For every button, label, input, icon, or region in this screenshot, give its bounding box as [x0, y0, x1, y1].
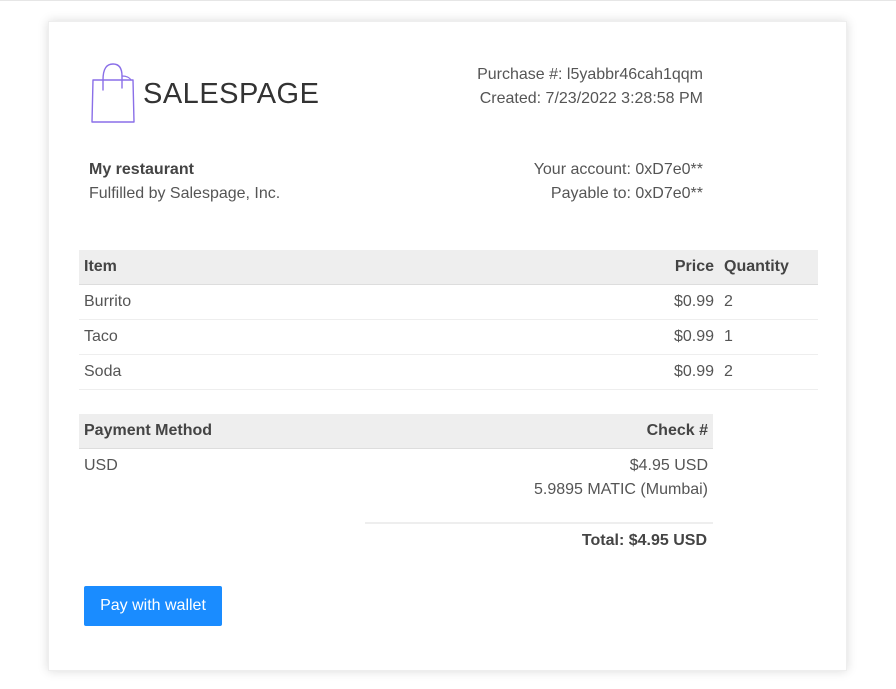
header-quantity: Quantity [724, 258, 789, 275]
payment-amounts: $4.95 USD 5.9895 MATIC (Mumbai) [351, 449, 713, 508]
table-row: Soda $0.99 2 [79, 355, 818, 390]
payment-method: USD [84, 457, 118, 474]
item-name: Burrito [84, 293, 132, 310]
purchase-number: Purchase #: l5yabbr46cah1qqm [477, 66, 703, 83]
your-account: Your account: 0xD7e0** [533, 161, 703, 178]
brand-name: SALESPAGE [143, 77, 320, 110]
header-payment-method: Payment Method [84, 422, 213, 439]
items-table: Item Price Quantity Burrito $0.99 2 Taco… [79, 250, 818, 390]
merchant-fulfilled-by: Fulfilled by Salespage, Inc. [89, 185, 281, 202]
item-quantity: 2 [724, 363, 733, 380]
pay-with-wallet-button[interactable]: Pay with wallet [84, 586, 222, 626]
total-amount: Total: $4.95 USD [581, 532, 707, 549]
item-name: Taco [84, 328, 118, 345]
item-price: $0.99 [673, 363, 714, 380]
total-divider [365, 522, 713, 524]
merchant-info: My restaurant Fulfilled by Salespage, In… [89, 158, 280, 206]
item-name: Soda [84, 363, 122, 380]
shopping-bag-icon [89, 62, 137, 124]
purchase-info: Purchase #: l5yabbr46cah1qqm Created: 7/… [477, 63, 703, 111]
header-check-number: Check # [646, 422, 708, 439]
purchase-created: Created: 7/23/2022 3:28:58 PM [479, 90, 703, 107]
top-divider [0, 0, 896, 1]
payment-row: USD $4.95 USD 5.9895 MATIC (Mumbai) [79, 449, 713, 508]
payment-header-row: Payment Method Check # [79, 414, 713, 449]
payment-table: Payment Method Check # USD $4.95 USD 5.9… [79, 414, 713, 507]
salespage-logo: SALESPAGE [89, 62, 319, 124]
items-header-row: Item Price Quantity [79, 250, 818, 285]
amount-matic: 5.9895 MATIC (Mumbai) [534, 481, 708, 498]
merchant-name: My restaurant [89, 161, 194, 178]
item-quantity: 1 [724, 328, 733, 345]
item-quantity: 2 [724, 293, 733, 310]
header-price: Price [674, 258, 714, 275]
amount-usd: $4.95 USD [629, 457, 708, 474]
payable-to: Payable to: 0xD7e0** [550, 185, 703, 202]
header-item: Item [84, 258, 117, 275]
item-price: $0.99 [673, 328, 714, 345]
account-info: Your account: 0xD7e0** Payable to: 0xD7e… [534, 158, 703, 206]
receipt-card: SALESPAGE Purchase #: l5yabbr46cah1qqm C… [48, 21, 847, 671]
item-price: $0.99 [673, 293, 714, 310]
table-row: Burrito $0.99 2 [79, 285, 818, 320]
table-row: Taco $0.99 1 [79, 320, 818, 355]
